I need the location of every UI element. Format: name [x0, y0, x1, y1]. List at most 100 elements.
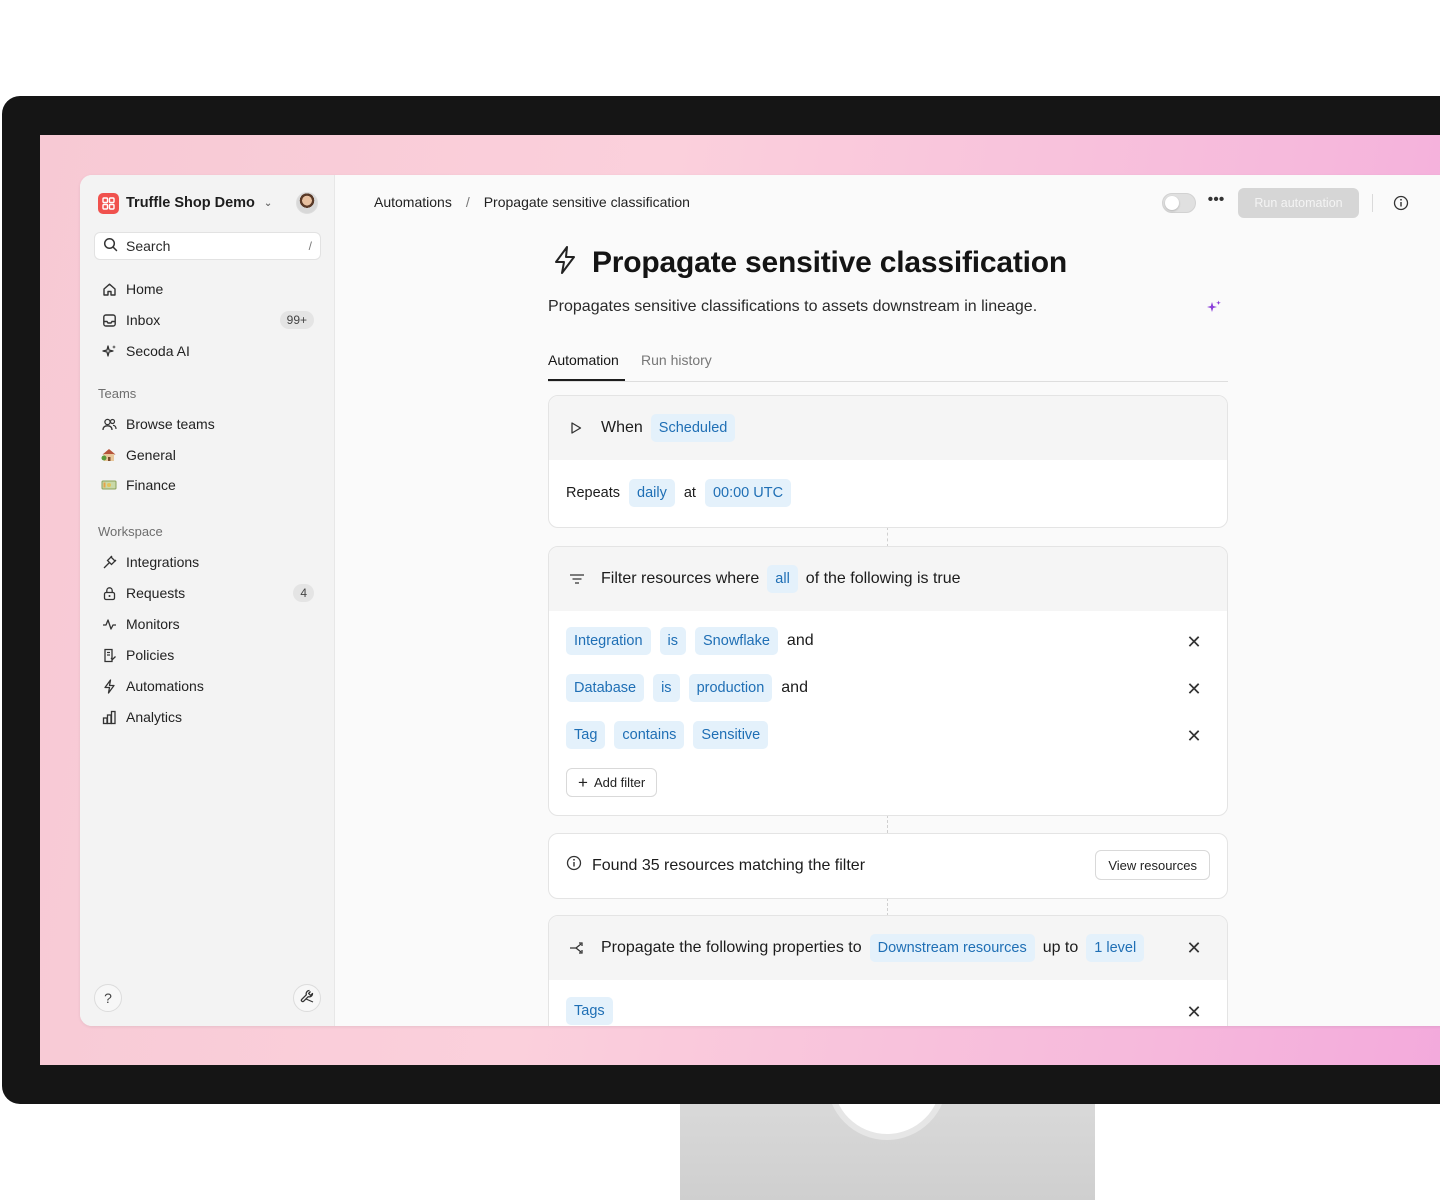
connector-line — [887, 527, 888, 547]
chevron-down-icon: ⌄ — [263, 197, 273, 209]
sidebar-item-integrations[interactable]: Integrations — [94, 548, 321, 576]
time-pill[interactable]: 00:00 UTC — [704, 479, 792, 507]
sidebar-item-policies[interactable]: Policies — [94, 641, 321, 669]
inbox-icon — [101, 312, 117, 328]
settings-button[interactable] — [293, 984, 321, 1012]
info-icon[interactable] — [1393, 195, 1409, 211]
remove-condition-close-icon[interactable]: ✕ — [1185, 632, 1203, 653]
sidebar-item-general[interactable]: General — [94, 441, 321, 469]
add-filter-label: Add filter — [593, 775, 646, 790]
sidebar-item-label: Home — [126, 281, 164, 297]
divider — [1372, 194, 1373, 212]
schedule-row: Repeats daily at 00:00 UTC — [566, 479, 792, 507]
sidebar-item-inbox[interactable]: Inbox 99+ — [94, 306, 321, 334]
remove-condition-close-icon[interactable]: ✕ — [1185, 679, 1203, 700]
sidebar-item-label: Browse teams — [126, 416, 215, 432]
avatar[interactable] — [296, 192, 318, 214]
search-label: Search — [126, 238, 171, 254]
match-summary-row: Found 35 resources matching the filter — [566, 855, 865, 876]
when-label: When — [601, 419, 643, 436]
propagate-header: Propagate the following properties to Do… — [549, 916, 1227, 980]
sidebar-item-browse-teams[interactable]: Browse teams — [94, 410, 321, 438]
condition-operator-pill[interactable]: is — [659, 627, 687, 655]
info-icon — [566, 855, 582, 876]
condition-field-pill[interactable]: Tag — [566, 721, 606, 749]
sidebar-item-label: Integrations — [126, 554, 200, 570]
propagate-card: Propagate the following properties to Do… — [548, 915, 1228, 1026]
breadcrumb-current: Propagate sensitive classification — [483, 194, 690, 210]
condition-field-pill[interactable]: Database — [566, 674, 645, 702]
trigger-header: When Scheduled — [549, 396, 1227, 460]
search-shortcut: / — [308, 239, 312, 253]
propagate-target-pill[interactable]: Downstream resources — [869, 934, 1035, 962]
page-title: Propagate sensitive classification — [592, 245, 1068, 279]
bolt-icon — [101, 678, 117, 694]
bolt-icon — [552, 245, 578, 280]
more-options-icon[interactable]: ••• — [1205, 189, 1227, 215]
sidebar-item-automations[interactable]: Automations — [94, 672, 321, 700]
sidebar-item-monitors[interactable]: Monitors — [94, 610, 321, 638]
tab-bar: Automation Run history — [548, 349, 1228, 382]
sidebar-item-finance[interactable]: Finance — [94, 471, 321, 499]
tab-run-history[interactable]: Run history — [641, 352, 712, 368]
sidebar-item-label: Analytics — [126, 709, 183, 725]
sidebar-item-analytics[interactable]: Analytics — [94, 703, 321, 731]
policy-icon — [101, 647, 117, 663]
property-pill[interactable]: Tags — [566, 997, 613, 1025]
chart-icon — [101, 709, 117, 725]
condition-operator-pill[interactable]: is — [653, 674, 680, 702]
repeats-label: Repeats — [566, 485, 621, 501]
workspace-name: Truffle Shop Demo — [126, 195, 255, 211]
monitor-screen: Truffle Shop Demo ⌄ Search / Home Inbox … — [40, 135, 1440, 1065]
help-button[interactable]: ? — [94, 984, 122, 1012]
trigger-card: When Scheduled Repeats daily at 00:00 UT… — [548, 395, 1228, 528]
pulse-icon — [101, 616, 117, 632]
view-resources-button[interactable]: View resources — [1095, 850, 1210, 880]
add-filter-button[interactable]: + Add filter — [566, 768, 658, 797]
condition-value-pill[interactable]: production — [688, 674, 773, 702]
sidebar-item-requests[interactable]: Requests 4 — [94, 579, 321, 607]
sidebar-item-label: Policies — [126, 647, 175, 663]
filter-prefix: Filter resources where — [601, 570, 760, 587]
breadcrumb-automations[interactable]: Automations — [374, 194, 452, 210]
sidebar-item-label: Finance — [126, 477, 176, 493]
condition-value-pill[interactable]: Sensitive — [693, 721, 769, 749]
frequency-pill[interactable]: daily — [629, 479, 675, 507]
sidebar-item-secoda-ai[interactable]: Secoda AI — [94, 337, 321, 365]
sidebar-item-label: Secoda AI — [126, 343, 190, 359]
plug-icon — [101, 554, 117, 570]
automation-enabled-toggle[interactable] — [1162, 193, 1196, 213]
tab-automation[interactable]: Automation — [548, 352, 619, 368]
main-content: Automations / Propagate sensitive classi… — [336, 175, 1440, 1026]
condition-field-pill[interactable]: Integration — [566, 627, 651, 655]
breadcrumb: Automations / Propagate sensitive classi… — [374, 194, 690, 210]
workspace-switcher[interactable]: Truffle Shop Demo ⌄ — [98, 192, 272, 214]
ai-sparkle-icon[interactable] — [1206, 299, 1222, 320]
quantifier-pill[interactable]: all — [767, 565, 798, 593]
filter-suffix: of the following is true — [805, 570, 961, 587]
condition-joiner: and — [781, 679, 808, 696]
search-icon — [103, 237, 118, 255]
depth-pill[interactable]: 1 level — [1086, 934, 1145, 962]
condition-operator-pill[interactable]: contains — [614, 721, 685, 749]
condition-value-pill[interactable]: Snowflake — [695, 627, 778, 655]
filter-condition-row: Tag contains Sensitive — [566, 721, 769, 749]
filter-condition-row: Database is production and — [566, 674, 808, 702]
remove-propagation-close-icon[interactable]: ✕ — [1185, 938, 1203, 959]
filter-icon — [569, 572, 585, 586]
requests-count-badge: 4 — [293, 584, 314, 602]
remove-property-close-icon[interactable]: ✕ — [1185, 1002, 1203, 1023]
remove-condition-close-icon[interactable]: ✕ — [1185, 726, 1203, 747]
sidebar: Truffle Shop Demo ⌄ Search / Home Inbox … — [80, 175, 335, 1026]
trigger-type-pill[interactable]: Scheduled — [650, 414, 736, 442]
teams-section-label: Teams — [98, 386, 137, 401]
page-header: Propagate sensitive classification — [552, 245, 1067, 280]
run-automation-button[interactable]: Run automation — [1238, 188, 1359, 218]
search-input[interactable]: Search / — [94, 232, 321, 260]
sidebar-item-label: Requests — [126, 585, 186, 601]
sidebar-item-home[interactable]: Home — [94, 275, 321, 303]
play-icon — [569, 421, 585, 435]
match-summary-card: Found 35 resources matching the filter V… — [548, 833, 1228, 899]
page-description: Propagates sensitive classifications to … — [548, 298, 1038, 315]
filter-card: Filter resources where all of the follow… — [548, 546, 1228, 816]
